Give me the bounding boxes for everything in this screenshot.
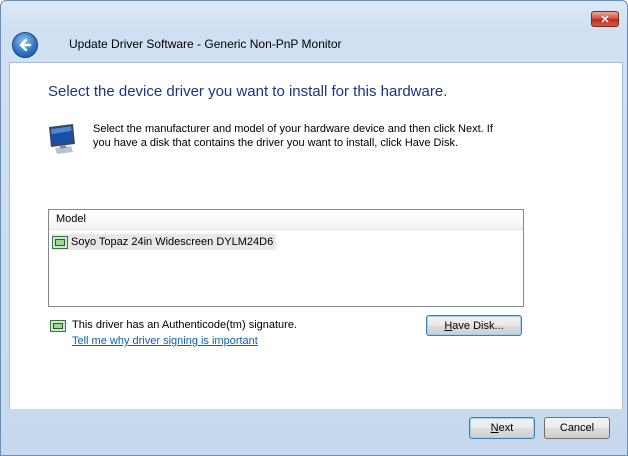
list-item-label: Soyo Topaz 24in Widescreen DYLM24D6 — [71, 236, 274, 248]
next-accel: N — [490, 422, 499, 434]
page-heading: Select the device driver you want to ins… — [48, 83, 448, 100]
close-button[interactable]: ✕ — [591, 11, 619, 27]
content-panel: Select the device driver you want to ins… — [9, 62, 623, 409]
have-disk-label: ave Disk... — [452, 319, 504, 332]
have-disk-accel: H — [444, 319, 453, 332]
instruction-text: Select the manufacturer and model of you… — [93, 123, 493, 149]
back-arrow-icon — [19, 38, 32, 52]
driver-board-icon — [52, 235, 68, 249]
next-button[interactable]: Next — [469, 417, 535, 439]
list-item[interactable]: Soyo Topaz 24in Widescreen DYLM24D6 — [52, 234, 277, 250]
have-disk-button[interactable]: Have Disk... — [426, 315, 522, 336]
window-title: Update Driver Software - Generic Non-PnP… — [69, 37, 342, 51]
next-label: ext — [498, 422, 514, 434]
monitor-icon — [49, 124, 75, 154]
close-icon: ✕ — [600, 13, 610, 26]
cancel-button[interactable]: Cancel — [544, 417, 610, 439]
back-button[interactable] — [12, 32, 38, 58]
signature-icon — [50, 320, 66, 332]
signature-status: This driver has an Authenticode(tm) sign… — [72, 319, 298, 331]
cancel-label: Cancel — [559, 422, 595, 434]
model-listbox[interactable]: Model Soyo Topaz 24in Widescreen DYLM24D… — [48, 209, 524, 307]
dialog-window: ✕ Update Driver Software - Generic Non-P… — [0, 0, 628, 456]
column-header-model[interactable]: Model — [49, 210, 523, 230]
driver-signing-link[interactable]: Tell me why driver signing is important — [72, 335, 258, 347]
